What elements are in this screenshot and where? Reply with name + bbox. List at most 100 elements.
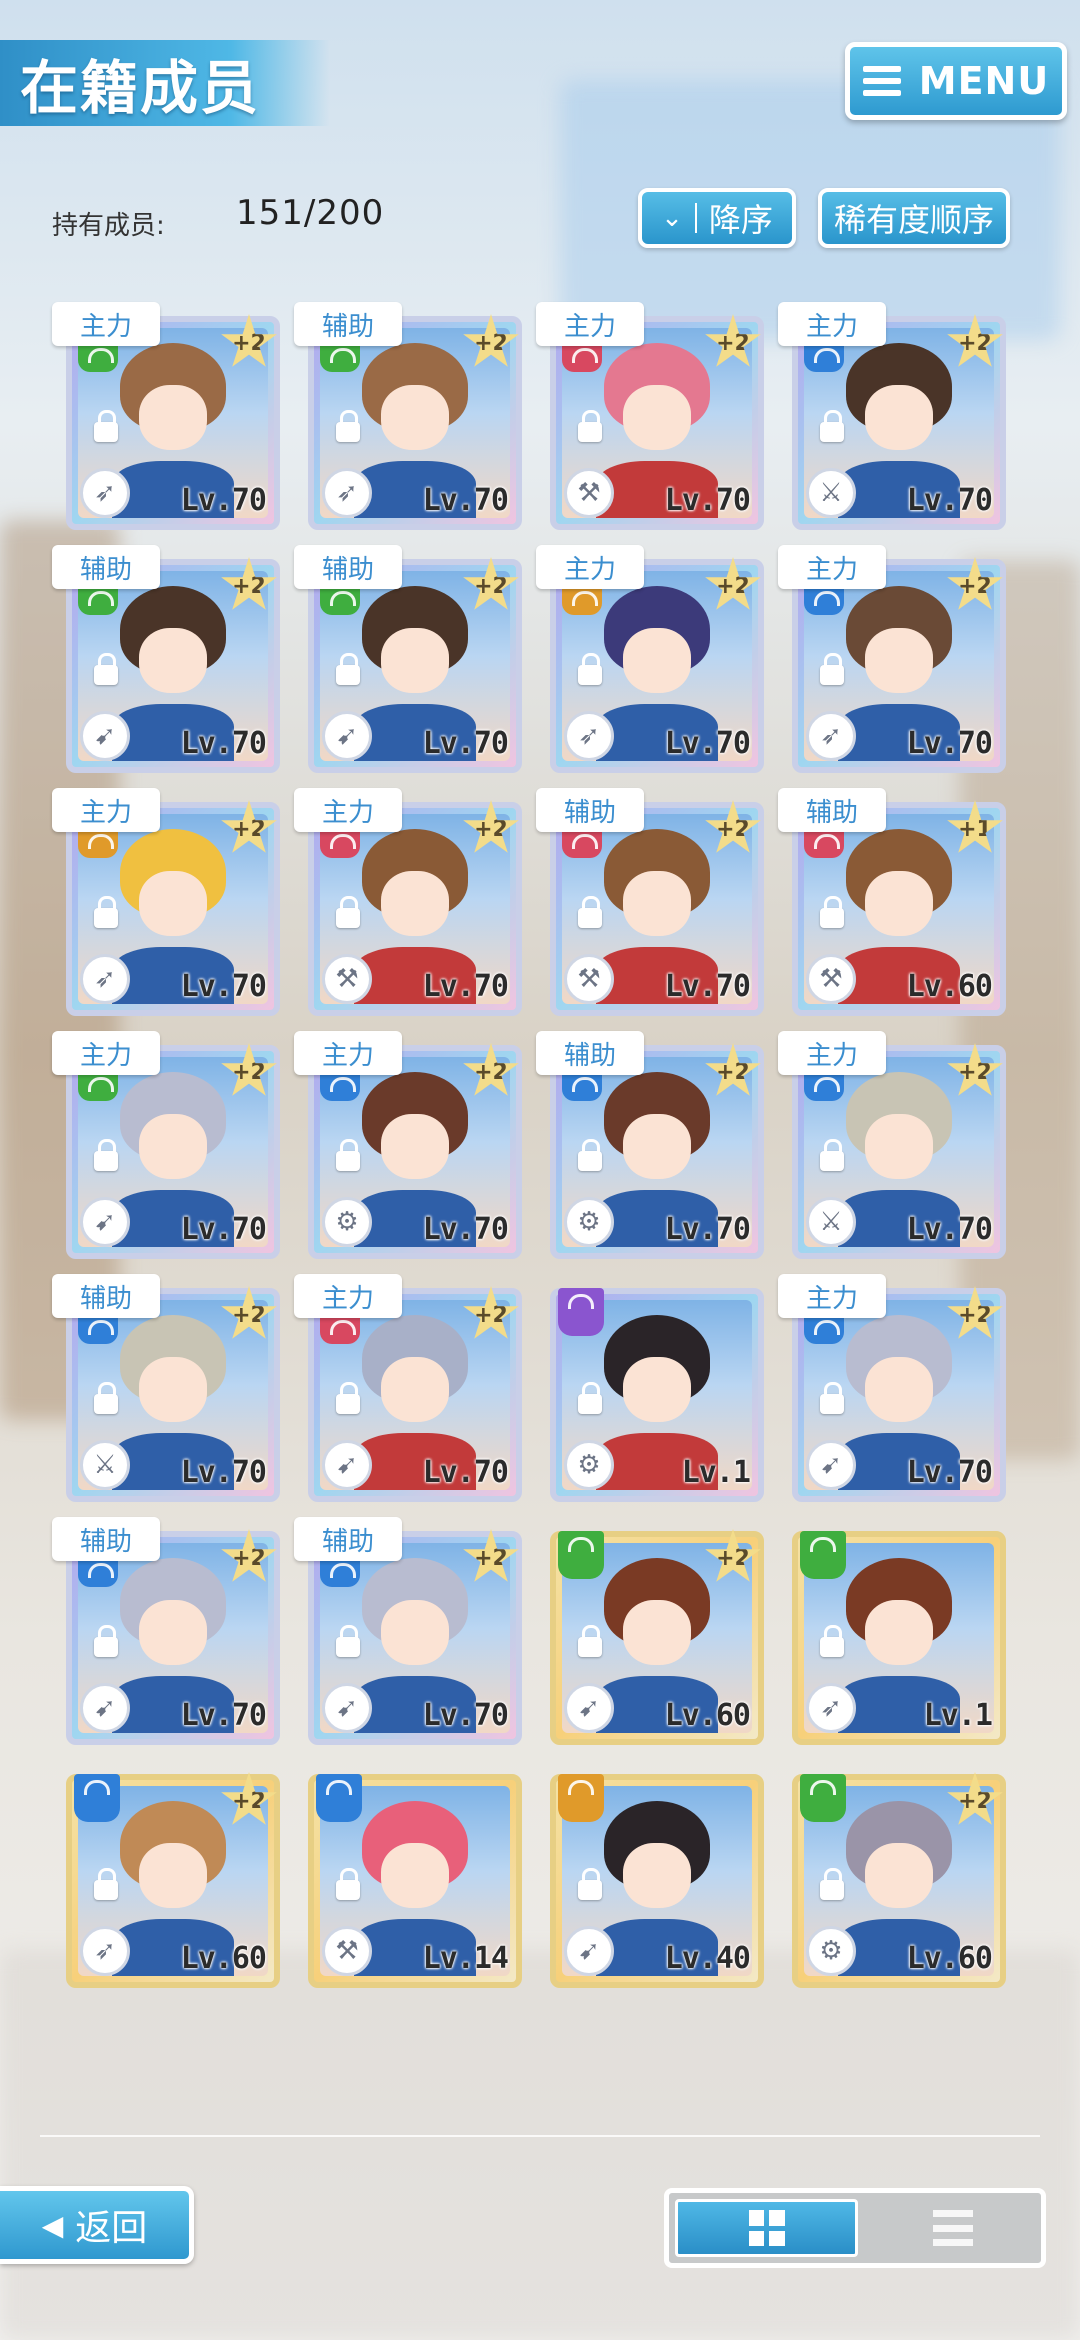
member-card[interactable]: ⚙ Lv.70 主力 +2 [294,1031,522,1259]
role-tag: 主力 [52,302,160,346]
portrait-face [138,628,208,693]
lock-icon [578,1625,602,1657]
attribute-green-icon [78,1071,118,1101]
member-card[interactable]: ⚙ Lv.70 辅助 +2 [536,1031,764,1259]
shoe-icon: ➹ [322,1440,372,1490]
member-card[interactable]: ⚒ Lv.14 [294,1760,522,1988]
shoe-icon: ➹ [806,1440,856,1490]
member-card[interactable]: ➶ Lv.70 主力 +2 [778,545,1006,773]
level-label: Lv.60 [664,1698,751,1733]
member-card[interactable]: ⚒ Lv.70 主力 +2 [536,302,764,530]
sort-key-button[interactable]: 稀有度顺序 [818,188,1010,248]
member-card[interactable]: ➶ Lv.70 主力 +2 [52,788,280,1016]
member-card[interactable]: ➶ Lv.70 主力 +2 [52,302,280,530]
role-tag: 主力 [294,1031,402,1075]
lock-icon [336,1868,360,1900]
lock-icon [336,1625,360,1657]
portrait-face [138,1114,208,1179]
member-card[interactable]: ⚔ Lv.70 主力 +2 [778,302,1006,530]
menu-button[interactable]: MENU [845,42,1067,120]
level-label: Lv.70 [180,483,267,518]
hammer-icon: ⚒ [322,954,372,1004]
portrait-face [864,1357,934,1422]
member-card[interactable]: ➹ Lv.70 主力 +2 [52,1031,280,1259]
member-card[interactable]: ➹ Lv.70 辅助 +2 [52,545,280,773]
member-card[interactable]: ⚙ Lv.60 +2 [778,1760,1006,1988]
attribute-blue-icon [804,1071,844,1101]
lock-icon [820,1625,844,1657]
level-label: Lv.1 [923,1698,993,1733]
attribute-green-icon [320,585,360,615]
member-card[interactable]: ⚙ Lv.1 [536,1274,764,1502]
member-card[interactable]: ➹ Lv.70 辅助 +2 [294,1517,522,1745]
lock-icon [94,410,118,442]
sort-key-label: 稀有度顺序 [833,201,994,239]
member-card[interactable]: ➶ Lv.70 辅助 +2 [294,302,522,530]
lock-icon [94,1868,118,1900]
lock-icon [578,1382,602,1414]
portrait-face [380,385,450,450]
attribute-green-icon [78,585,118,615]
portrait-face [380,1357,450,1422]
portrait-face [138,1357,208,1422]
member-card[interactable]: ➹ Lv.60 +2 [536,1517,764,1745]
grid-view-button[interactable] [675,2199,858,2257]
back-button[interactable]: ◀ 返回 [0,2186,194,2264]
member-card[interactable]: ➶ Lv.1 [778,1517,1006,1745]
portrait-face [622,871,692,936]
portrait-face [380,1114,450,1179]
attribute-red-icon [562,342,602,372]
shoe-icon: ➹ [322,1683,372,1733]
sort-direction-button[interactable]: ⌄ 降序 [638,188,796,248]
member-card[interactable]: ➹ Lv.70 辅助 +2 [294,545,522,773]
member-card[interactable]: ➹ Lv.70 主力 +2 [294,1274,522,1502]
hamburger-icon [862,66,901,96]
gear-icon: ⚙ [806,1926,856,1976]
member-card[interactable]: ➶ Lv.60 +2 [52,1760,280,1988]
portrait-face [622,1600,692,1665]
rocket-icon: ➶ [80,1926,130,1976]
attribute-orange-icon [558,1774,604,1822]
attribute-blue-icon [804,342,844,372]
list-view-button[interactable] [864,2193,1041,2263]
member-card[interactable]: ➹ Lv.70 辅助 +2 [52,1517,280,1745]
rocket-icon: ➶ [564,711,614,761]
page-title: 在籍成员 [20,54,261,122]
attribute-blue-icon [78,1314,118,1344]
member-card[interactable]: ➹ Lv.40 [536,1760,764,1988]
level-label: Lv.70 [422,1455,509,1490]
level-label: Lv.70 [422,483,509,518]
shoe-icon: ➹ [322,711,372,761]
role-tag: 主力 [536,545,644,589]
portrait-face [864,871,934,936]
level-label: Lv.70 [906,1212,993,1247]
level-label: Lv.60 [180,1941,267,1976]
member-card[interactable]: ⚒ Lv.60 辅助 +1 [778,788,1006,1016]
attribute-red-icon [320,1314,360,1344]
role-tag: 辅助 [52,1517,160,1561]
shoe-icon: ➹ [80,1683,130,1733]
role-tag: 辅助 [778,788,886,832]
member-card[interactable]: ⚒ Lv.70 主力 +2 [294,788,522,1016]
level-label: Lv.1 [681,1455,751,1490]
portrait-face [138,385,208,450]
lock-icon [94,1382,118,1414]
member-card[interactable]: ⚔ Lv.70 主力 +2 [778,1031,1006,1259]
lock-icon [336,1139,360,1171]
attribute-orange-icon [562,585,602,615]
lock-icon [336,1382,360,1414]
lock-icon [820,1868,844,1900]
portrait-face [864,1843,934,1908]
attribute-blue-icon [562,1071,602,1101]
lock-icon [578,653,602,685]
portrait-face [864,1114,934,1179]
member-card[interactable]: ➹ Lv.70 主力 +2 [778,1274,1006,1502]
rocket-icon: ➶ [806,711,856,761]
member-card[interactable]: ⚔ Lv.70 辅助 +2 [52,1274,280,1502]
role-tag: 辅助 [52,1274,160,1318]
level-label: Lv.70 [664,969,751,1004]
member-card[interactable]: ➶ Lv.70 主力 +2 [536,545,764,773]
lock-icon [820,896,844,928]
member-card[interactable]: ⚒ Lv.70 辅助 +2 [536,788,764,1016]
lock-icon [578,410,602,442]
